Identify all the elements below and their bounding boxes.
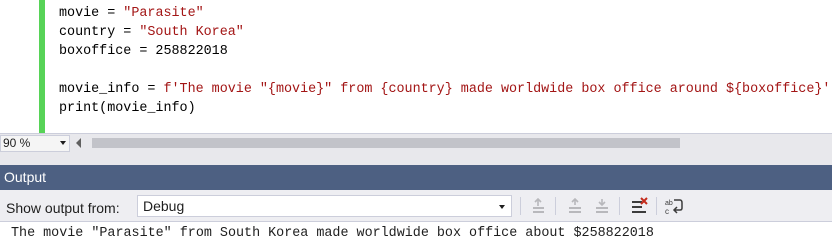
svg-text:c: c <box>665 207 669 215</box>
output-panel-title: Output <box>4 169 47 185</box>
code-token: boxoffice = 258822018 <box>59 44 228 59</box>
code-token: country = <box>59 25 140 40</box>
code-line[interactable] <box>59 61 830 80</box>
output-toolbar: Show output from: Debug ab c <box>0 190 832 222</box>
code-line[interactable]: boxoffice = 258822018 <box>59 42 830 61</box>
code-line[interactable]: print(movie_info) <box>59 99 830 118</box>
code-token: movie_info = <box>59 82 164 97</box>
editor-horizontal-bar: 90 % <box>0 133 832 153</box>
scroll-left-arrow-icon[interactable] <box>76 138 81 148</box>
go-to-next-icon[interactable] <box>593 197 611 215</box>
toggle-word-wrap-icon[interactable]: ab c <box>664 197 683 215</box>
code-editor[interactable]: movie = "Parasite" country = "South Korea… <box>0 0 832 133</box>
clear-all-icon[interactable] <box>630 197 648 215</box>
code-text[interactable]: movie = "Parasite" country = "South Korea… <box>59 4 830 118</box>
zoom-level-value: 90 % <box>3 136 31 150</box>
code-line[interactable]: country = "South Korea" <box>59 23 830 42</box>
code-line[interactable]: movie_info = f'The movie "{movie}" from … <box>59 80 830 99</box>
go-to-previous-icon[interactable] <box>566 197 584 215</box>
toolbar-separator <box>619 197 620 215</box>
toolbar-separator <box>520 197 521 215</box>
string-literal: f'The movie "{movie}" from {country} mad… <box>163 82 831 97</box>
code-token: movie = <box>59 6 124 21</box>
string-literal: "South Korea" <box>139 25 244 40</box>
toolbar-separator <box>555 197 556 215</box>
zoom-level-combobox[interactable]: 90 % <box>0 135 70 152</box>
svg-text:ab: ab <box>665 200 673 207</box>
string-literal: "Parasite" <box>123 6 204 21</box>
toolbar-separator <box>656 197 657 215</box>
code-token: print(movie_info) <box>59 101 196 116</box>
change-tracking-bar <box>39 0 45 133</box>
go-to-previous-message-icon[interactable] <box>530 197 548 215</box>
output-text[interactable]: The movie "Parasite" from South Korea ma… <box>11 226 654 241</box>
output-source-value: Debug <box>143 198 185 214</box>
editor-margin <box>0 0 39 133</box>
output-source-select[interactable]: Debug <box>137 195 512 217</box>
output-panel-title-bar: Output <box>0 165 832 190</box>
chevron-down-icon[interactable] <box>499 205 505 209</box>
show-output-from-label: Show output from: <box>6 200 120 216</box>
panel-splitter[interactable] <box>0 153 832 165</box>
horizontal-scrollbar-thumb[interactable] <box>92 138 680 148</box>
zoom-dropdown-arrow-icon[interactable] <box>60 141 66 145</box>
code-line[interactable]: movie = "Parasite" <box>59 4 830 23</box>
